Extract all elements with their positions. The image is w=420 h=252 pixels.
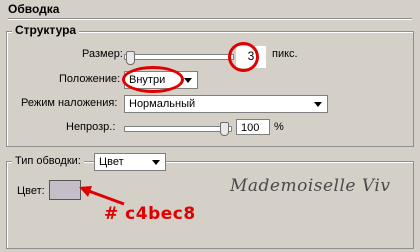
fill-group (6, 161, 414, 249)
opacity-unit: % (274, 121, 284, 133)
title-divider (8, 18, 412, 19)
opacity-slider[interactable] (124, 126, 232, 132)
size-value: 3 (247, 49, 255, 63)
structure-title: Структура (12, 23, 80, 37)
watermark: Mademoiselle Viv (230, 176, 391, 196)
fill-type-label: Тип обводки: (12, 155, 84, 167)
panel-title: Обводка (8, 2, 60, 16)
size-slider[interactable] (124, 54, 234, 60)
chevron-down-icon (314, 102, 322, 107)
blend-mode-select[interactable]: Нормальный (124, 95, 328, 113)
position-label: Положение: (59, 73, 121, 85)
size-slider-thumb[interactable] (126, 51, 135, 65)
fill-type-selected: Цвет (99, 156, 124, 168)
size-input[interactable]: 3 (236, 46, 266, 68)
opacity-input[interactable]: 100 (236, 119, 270, 135)
size-label: Размер: (82, 48, 123, 60)
opacity-slider-thumb[interactable] (220, 122, 229, 136)
position-select[interactable]: Внутри (124, 71, 198, 89)
blend-mode-selected: Нормальный (129, 98, 196, 110)
fill-type-select[interactable]: Цвет (94, 153, 166, 171)
color-code-annotation: # c4bec8 (104, 204, 196, 224)
opacity-value: 100 (241, 122, 260, 134)
position-selected: Внутри (129, 74, 166, 86)
chevron-down-icon (152, 160, 160, 165)
opacity-label: Непрозр.: (66, 121, 116, 133)
color-label: Цвет: (17, 185, 45, 197)
size-unit: пикс. (272, 48, 298, 60)
blend-mode-label: Режим наложения: (21, 97, 118, 109)
chevron-down-icon (184, 78, 192, 83)
